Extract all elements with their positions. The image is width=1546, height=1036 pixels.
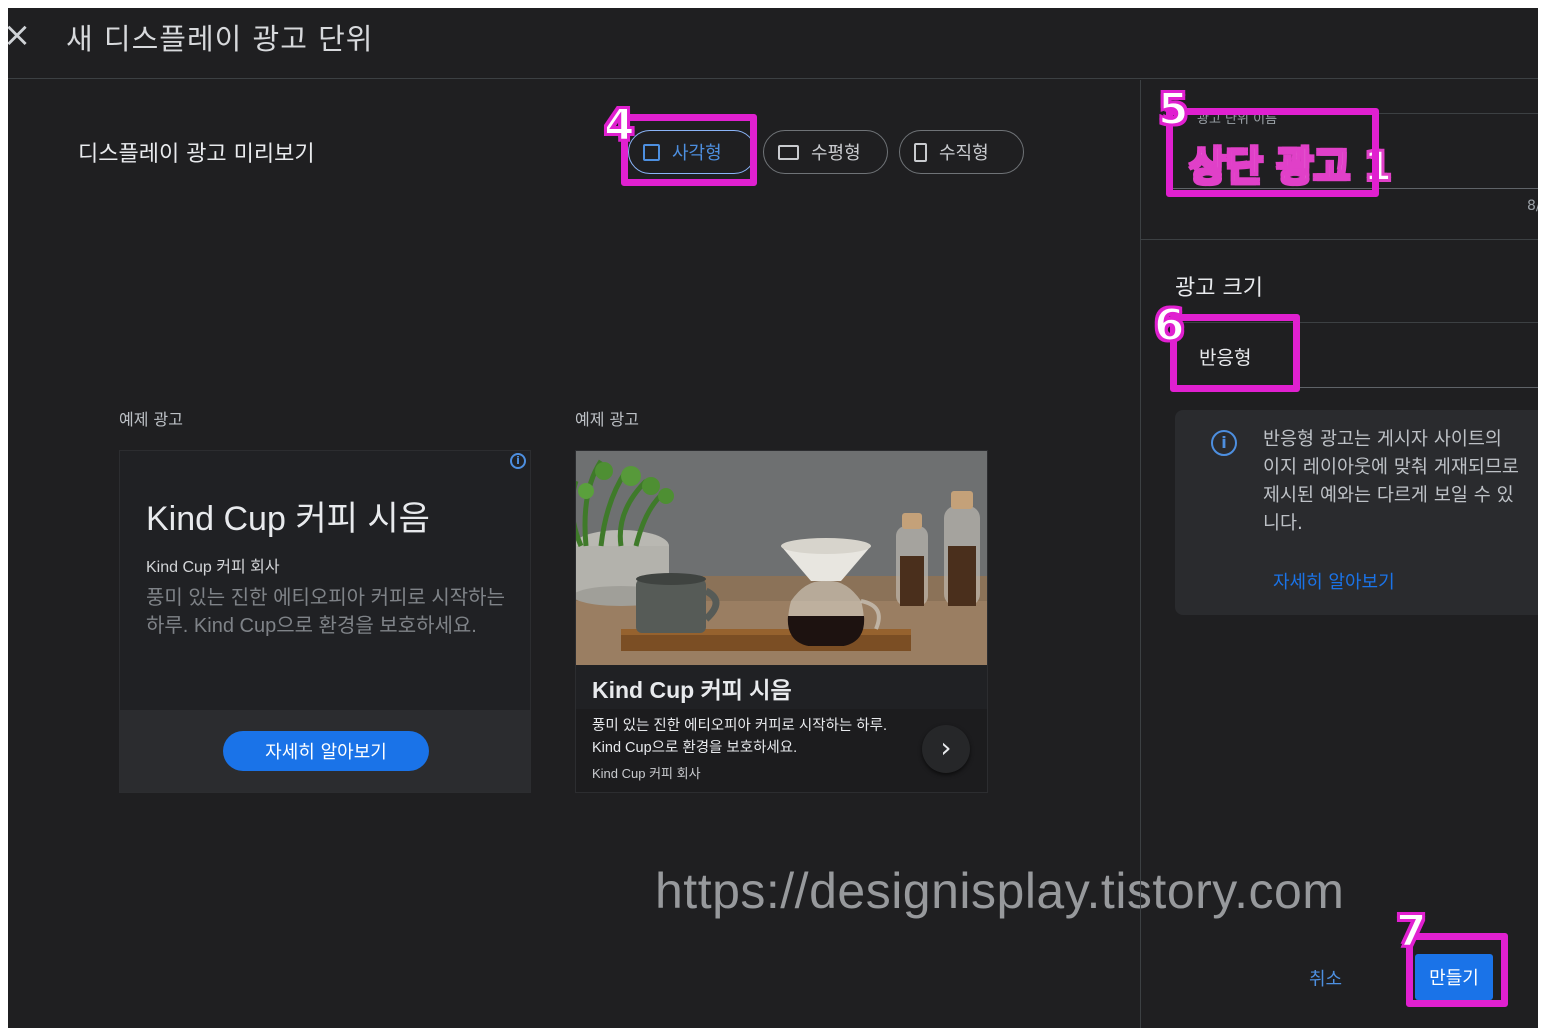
create-button[interactable]: 만들기 (1415, 954, 1493, 1000)
info-text: 반응형 광고는 게시자 사이트의 이지 레이아웃에 맞춰 게재되므로 제시된 예… (1263, 429, 1519, 534)
ad-size-value: 반응형 (1199, 347, 1252, 369)
info-icon: i (1211, 430, 1237, 456)
vertical-rect-icon (914, 142, 927, 162)
cancel-button[interactable]: 취소 (1309, 965, 1342, 991)
adchoices-icon[interactable]: i (510, 453, 526, 469)
sample-ad-label: 예제 광고 (575, 410, 639, 429)
annotation-number-4: 4 (603, 100, 636, 151)
dialog-frame: × 새 디스플레이 광고 단위 디스플레이 광고 미리보기 사각형 수평형 수직… (8, 8, 1538, 1028)
ad-unit-name-input[interactable]: 상단 광고 1 (1167, 113, 1538, 191)
shape-chip-square[interactable]: 사각형 (628, 130, 756, 174)
square-icon (643, 143, 660, 161)
settings-panel: 광고 단위 이름 상단 광고 1 8/ 광고 크기 반응형 i 반응형 광고는 … (1140, 80, 1538, 1028)
shape-chip-label: 사각형 (672, 143, 722, 164)
coffee-photo-illustration (576, 451, 987, 665)
annotation-number-6: 6 (1153, 300, 1186, 351)
preview-title: 디스플레이 광고 미리보기 (78, 142, 315, 167)
ad-footer: 자세히 알아보기 (120, 710, 530, 792)
ad-cta-button[interactable]: 자세히 알아보기 (223, 731, 429, 771)
ad-size-select[interactable]: 반응형 (1175, 322, 1538, 388)
learn-more-link[interactable]: 자세히 알아보기 (1273, 568, 1395, 594)
shape-chip-label: 수직형 (939, 143, 989, 164)
annotation-number-7: 7 (1395, 906, 1428, 957)
annotation-number-5: 5 (1157, 84, 1190, 135)
ad-description: 풍미 있는 진한 에티오피아 커피로 시작하는 하루. Kind Cup으로 환… (146, 587, 505, 637)
shape-chip-horizontal[interactable]: 수평형 (763, 130, 888, 174)
ad-company: Kind Cup 커피 회사 (146, 559, 280, 576)
horizontal-rect-icon (778, 144, 799, 160)
dialog-title: 새 디스플레이 광고 단위 (66, 22, 374, 56)
shape-chip-vertical[interactable]: 수직형 (899, 130, 1024, 174)
divider (1141, 239, 1538, 240)
coffee-photo (576, 451, 987, 665)
dialog-header: × 새 디스플레이 광고 단위 (8, 8, 1538, 79)
responsive-info-box: i 반응형 광고는 게시자 사이트의 이지 레이아웃에 맞춰 게재되므로 제시된… (1175, 410, 1538, 615)
ad-lower-section: 풍미 있는 진한 에티오피아 커피로 시작하는 하루. Kind Cup으로 환… (576, 709, 987, 792)
chevron-right-icon[interactable]: › (922, 725, 970, 773)
ad-description: 풍미 있는 진한 에티오피아 커피로 시작하는 하루. Kind Cup으로 환… (592, 718, 887, 756)
close-icon[interactable]: × (8, 18, 32, 52)
ad-headline: Kind Cup 커피 시음 (592, 677, 792, 703)
ad-size-title: 광고 크기 (1175, 276, 1263, 301)
ad-headline: Kind Cup 커피 시음 (146, 500, 430, 538)
image-ad-preview: Kind Cup 커피 시음 풍미 있는 진한 에티오피아 커피로 시작하는 하… (575, 450, 988, 793)
sample-ad-label: 예제 광고 (119, 410, 183, 429)
ad-company: Kind Cup 커피 회사 (592, 766, 701, 781)
ad-unit-name-value: 상단 광고 1 (1188, 143, 1393, 191)
preview-panel: 디스플레이 광고 미리보기 사각형 수평형 수직형 예제 광고 예제 광고 i … (8, 80, 1344, 1028)
shape-chip-label: 수평형 (811, 143, 861, 164)
character-counter: 8/ (1527, 198, 1538, 214)
text-ad-preview: i Kind Cup 커피 시음 Kind Cup 커피 회사 풍미 있는 진한… (119, 450, 531, 793)
